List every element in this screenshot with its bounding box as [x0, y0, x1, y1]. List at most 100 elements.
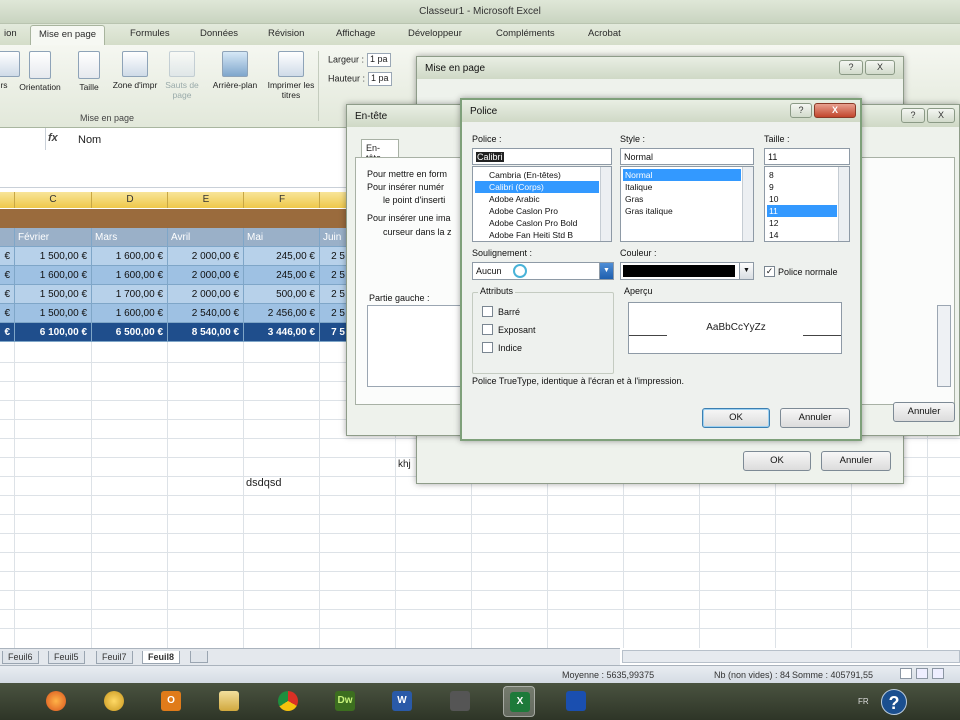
- list-item[interactable]: 9: [767, 181, 837, 193]
- size-list[interactable]: 8 9 10 11 12 14: [764, 166, 850, 242]
- page-setup-help-button[interactable]: ?: [839, 60, 863, 75]
- list-item[interactable]: Adobe Caslon Pro: [475, 205, 599, 217]
- tab-revision[interactable]: Révision: [264, 28, 308, 39]
- sheet-tab-feuil7[interactable]: Feuil7: [96, 651, 133, 664]
- right-part-scrollbar[interactable]: [937, 305, 951, 387]
- font-help-button[interactable]: ?: [790, 103, 812, 118]
- tool-icon[interactable]: [444, 686, 476, 717]
- font-close-button[interactable]: X: [814, 103, 856, 118]
- ribbon-button-taille[interactable]: Taille: [72, 51, 106, 92]
- list-item[interactable]: Adobe Fan Heiti Std B: [475, 229, 599, 241]
- help-icon[interactable]: ?: [881, 689, 907, 715]
- font-ok-button[interactable]: OK: [702, 408, 770, 428]
- formula-input[interactable]: Nom: [78, 134, 101, 146]
- media-icon[interactable]: [98, 686, 130, 717]
- underline-select[interactable]: Aucun ▼: [472, 262, 614, 280]
- chevron-down-icon[interactable]: ▼: [599, 263, 613, 279]
- normal-font-checkbox[interactable]: ✓: [764, 266, 775, 277]
- explorer-icon[interactable]: [213, 686, 245, 717]
- dreamweaver-icon[interactable]: Dw: [329, 686, 361, 717]
- cell-text[interactable]: dsdqsd: [246, 477, 281, 489]
- name-box[interactable]: [0, 128, 46, 150]
- style-input[interactable]: Normal: [620, 148, 754, 165]
- list-item[interactable]: 8: [767, 169, 837, 181]
- superscript-checkbox[interactable]: [482, 324, 493, 335]
- table-header-cell[interactable]: Avril: [168, 228, 244, 247]
- width-control[interactable]: Largeur :1 pa: [328, 53, 392, 67]
- list-item[interactable]: Gras: [623, 193, 741, 205]
- list-item[interactable]: Cambria (En-têtes): [475, 169, 599, 181]
- ribbon-button-arriere-plan[interactable]: Arrière-plan: [206, 51, 264, 90]
- tab-donnees[interactable]: Données: [196, 28, 242, 39]
- color-select[interactable]: ▼: [620, 262, 754, 280]
- column-header-d[interactable]: D: [92, 194, 168, 205]
- list-item[interactable]: Normal: [623, 169, 741, 181]
- list-item[interactable]: 12: [767, 217, 837, 229]
- chevron-down-icon[interactable]: ▼: [739, 263, 753, 279]
- size-input[interactable]: 11: [764, 148, 850, 165]
- list-item[interactable]: Italique: [623, 181, 741, 193]
- firefox-icon[interactable]: [40, 686, 72, 717]
- app-icon[interactable]: [560, 686, 592, 717]
- tab-insertion[interactable]: ion: [0, 28, 21, 39]
- tab-acrobat[interactable]: Acrobat: [584, 28, 625, 39]
- horizontal-scrollbar[interactable]: [622, 650, 960, 663]
- column-header-f[interactable]: F: [244, 194, 320, 205]
- size-list-scrollbar[interactable]: [838, 167, 849, 241]
- tab-en-tete[interactable]: En-tête: [361, 139, 399, 163]
- header-close-button[interactable]: X: [927, 108, 955, 123]
- font-input[interactable]: Calibri: [472, 148, 612, 165]
- table-header-cell[interactable]: Mars: [92, 228, 168, 247]
- cell-text[interactable]: khj: [398, 459, 411, 470]
- strikethrough-checkbox[interactable]: [482, 306, 493, 317]
- word-icon[interactable]: W: [386, 686, 418, 717]
- insert-sheet-icon[interactable]: [190, 651, 208, 663]
- header-help-button[interactable]: ?: [901, 108, 925, 123]
- tab-formules[interactable]: Formules: [126, 28, 174, 39]
- view-buttons[interactable]: [900, 667, 955, 680]
- page-setup-close-button[interactable]: X: [865, 60, 895, 75]
- style-list[interactable]: Normal Italique Gras Gras italique: [620, 166, 754, 242]
- chrome-icon[interactable]: [272, 686, 304, 717]
- title-band-row: [0, 209, 350, 228]
- list-item[interactable]: Adobe Caslon Pro Bold: [475, 217, 599, 229]
- list-item[interactable]: 14: [767, 229, 837, 241]
- tab-developpeur[interactable]: Développeur: [404, 28, 466, 39]
- normal-view-icon[interactable]: [900, 668, 912, 679]
- height-control[interactable]: Hauteur :1 pa: [328, 72, 393, 86]
- style-list-scrollbar[interactable]: [742, 167, 753, 241]
- tab-affichage[interactable]: Affichage: [332, 28, 379, 39]
- list-item[interactable]: Gras italique: [623, 205, 741, 217]
- sheet-tab-feuil8[interactable]: Feuil8: [142, 651, 181, 664]
- table-header-cell[interactable]: Février: [15, 228, 92, 247]
- column-header-c[interactable]: C: [15, 194, 91, 205]
- page-break-view-icon[interactable]: [932, 668, 944, 679]
- fx-icon[interactable]: fx: [48, 132, 58, 144]
- table-header-cell[interactable]: Mai: [244, 228, 320, 247]
- ribbon-button-orientation[interactable]: Orientation: [12, 51, 68, 92]
- left-part-input[interactable]: [367, 305, 463, 387]
- font-list-scrollbar[interactable]: [600, 167, 611, 241]
- ribbon-button-imprimer-titres[interactable]: Imprimer les titres: [266, 51, 316, 100]
- tab-mise-en-page[interactable]: Mise en page: [30, 25, 106, 45]
- outlook-icon[interactable]: O: [155, 686, 187, 717]
- language-indicator[interactable]: FR: [858, 697, 869, 706]
- sheet-tab-feuil6[interactable]: Feuil6: [2, 651, 39, 664]
- header-cancel-button[interactable]: Annuler: [893, 402, 955, 422]
- column-header-e[interactable]: E: [168, 194, 244, 205]
- page-setup-ok-button[interactable]: OK: [743, 451, 811, 471]
- excel-icon[interactable]: X: [503, 686, 535, 717]
- list-item[interactable]: 11: [767, 205, 837, 217]
- list-item[interactable]: 10: [767, 193, 837, 205]
- page-layout-icon[interactable]: [916, 668, 928, 679]
- font-list[interactable]: Cambria (En-têtes) Calibri (Corps) Adobe…: [472, 166, 612, 242]
- font-cancel-button[interactable]: Annuler: [780, 408, 850, 428]
- tab-complements[interactable]: Compléments: [492, 28, 559, 39]
- color-label: Couleur :: [620, 248, 657, 258]
- list-item[interactable]: Adobe Arabic: [475, 193, 599, 205]
- page-setup-cancel-button[interactable]: Annuler: [821, 451, 891, 471]
- list-item[interactable]: Calibri (Corps): [475, 181, 599, 193]
- sheet-tab-feuil5[interactable]: Feuil5: [48, 651, 85, 664]
- subscript-checkbox[interactable]: [482, 342, 493, 353]
- ribbon-button-zone-impression[interactable]: Zone d'impr: [110, 51, 160, 90]
